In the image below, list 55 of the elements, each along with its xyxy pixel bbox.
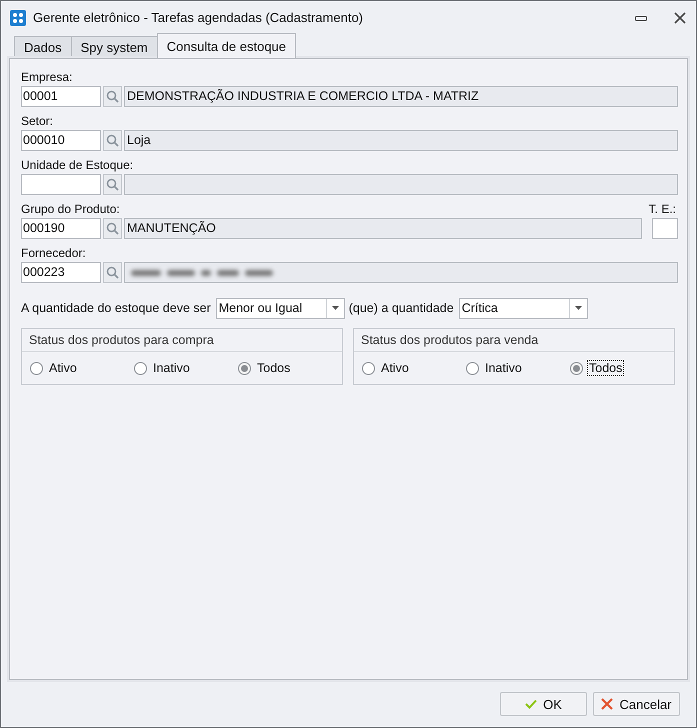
- window-title: Gerente eletrônico - Tarefas agendadas (Cadastramento): [33, 10, 364, 25]
- field-label: Grupo do Produto:: [21, 202, 120, 216]
- description-field: MANUTENÇÃO: [124, 218, 642, 239]
- search-button[interactable]: [103, 262, 122, 283]
- code-input[interactable]: 00001: [21, 86, 101, 107]
- app-icon: [10, 10, 26, 26]
- search-icon: [106, 222, 119, 235]
- field-label: Setor:: [21, 114, 54, 128]
- check-icon: [525, 699, 538, 709]
- caret-icon: [574, 306, 582, 310]
- search-icon: [106, 178, 119, 191]
- field-label: Unidade de Estoque:: [21, 158, 134, 172]
- dropdown[interactable]: Crítica: [458, 298, 588, 318]
- search-button[interactable]: [103, 86, 122, 107]
- radio-button[interactable]: [362, 362, 375, 374]
- search-button[interactable]: [103, 218, 122, 239]
- field-label: T. E.:: [648, 202, 676, 216]
- quantity-label: (que) a quantidade: [348, 301, 454, 315]
- te-input[interactable]: [652, 218, 678, 239]
- group-title: Status dos produtos para compra: [29, 333, 214, 347]
- radio-label[interactable]: Ativo: [47, 360, 79, 376]
- quantity-label: A quantidade do estoque deve ser: [21, 301, 211, 315]
- cancel-button[interactable]: Cancelar: [593, 692, 680, 716]
- search-icon: [106, 134, 119, 147]
- radio-button[interactable]: [30, 362, 43, 374]
- radio-label[interactable]: Inativo: [483, 360, 524, 376]
- group-title: Status dos produtos para venda: [361, 333, 538, 347]
- radio-button[interactable]: [570, 362, 583, 374]
- code-input[interactable]: 000190: [21, 218, 101, 239]
- code-input[interactable]: 000223: [21, 262, 101, 283]
- search-icon: [106, 266, 119, 279]
- dropdown[interactable]: Menor ou Igual: [216, 298, 345, 318]
- field-label: Fornecedor:: [21, 246, 86, 260]
- code-input[interactable]: [21, 174, 101, 195]
- tab[interactable]: Spy system: [70, 36, 158, 58]
- radio-label[interactable]: Inativo: [151, 360, 192, 376]
- description-field: Loja: [124, 130, 678, 151]
- radio-label[interactable]: Ativo: [379, 360, 411, 376]
- radio-button[interactable]: [238, 362, 251, 374]
- radio-button[interactable]: [466, 362, 479, 374]
- search-button[interactable]: [103, 130, 122, 151]
- ok-button[interactable]: OK: [500, 692, 587, 716]
- description-field: DEMONSTRAÇÃO INDUSTRIA E COMERCIO LTDA - MATRIZ: [124, 86, 678, 107]
- code-input[interactable]: 000010: [21, 130, 101, 151]
- close-icon: [601, 698, 614, 710]
- caret-icon: [332, 306, 339, 310]
- radio-button[interactable]: [134, 362, 147, 374]
- radio-label[interactable]: Todos: [255, 360, 292, 376]
- field-label: Empresa:: [21, 70, 72, 84]
- close-icon[interactable]: [674, 12, 686, 24]
- tab[interactable]: Consulta de estoque: [156, 33, 296, 58]
- minimize-icon[interactable]: [635, 14, 647, 22]
- search-button[interactable]: [103, 174, 122, 195]
- search-icon: [106, 90, 119, 103]
- radio-label[interactable]: Todos: [587, 360, 624, 376]
